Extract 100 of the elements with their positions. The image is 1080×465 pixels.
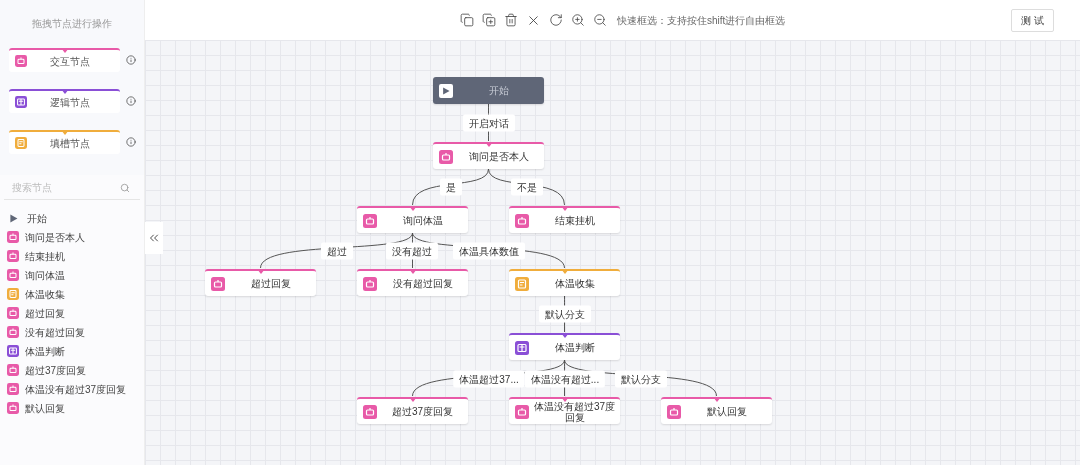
palette-node[interactable]: 逻辑节点 (9, 89, 120, 113)
play-icon (7, 212, 19, 224)
robot-icon (7, 307, 19, 319)
form-icon (7, 288, 19, 300)
zoom-in-icon[interactable] (571, 13, 585, 27)
flow-node[interactable]: 体温收集 (509, 269, 620, 296)
duplicate-icon[interactable] (482, 13, 496, 27)
edge-label: 没有超过 (386, 242, 438, 260)
form-icon (15, 137, 27, 149)
copy-icon[interactable] (460, 13, 474, 27)
notch-icon (60, 89, 69, 94)
node-list-item[interactable]: 询问体温 (7, 267, 144, 283)
palette-node[interactable]: 填槽节点 (9, 130, 120, 154)
split-icon (15, 96, 27, 108)
palette-label: 逻辑节点 (48, 95, 91, 110)
robot-icon (7, 326, 19, 338)
search-icon[interactable] (120, 183, 130, 193)
robot-icon (211, 276, 225, 291)
notch-icon (408, 269, 417, 274)
robot-icon (7, 250, 19, 262)
node-label: 默认回复 (705, 406, 748, 417)
split-icon (515, 340, 529, 355)
notch-icon (560, 397, 569, 402)
robot-icon (7, 231, 19, 243)
node-label: 超过回复 (249, 278, 292, 289)
robot-icon (363, 213, 377, 228)
flow-node[interactable]: 体温没有超过37度回复 (509, 397, 620, 424)
toolbar-hint: 快速框选：支持按住shift进行自由框选 (617, 13, 786, 28)
node-list-item[interactable]: 体温判断 (7, 343, 144, 359)
robot-icon (7, 402, 19, 414)
collapse-button[interactable] (145, 222, 163, 254)
flow-node[interactable]: 体温判断 (509, 333, 620, 360)
edge-label: 开启对话 (463, 114, 515, 132)
node-label: 结束挂机 (553, 215, 596, 226)
notch-icon (712, 397, 721, 402)
info-icon[interactable] (126, 55, 136, 65)
node-list-label: 没有超过回复 (25, 325, 85, 340)
node-label: 开始 (487, 85, 510, 96)
collapse-icon (147, 231, 161, 245)
flow-node[interactable]: 没有超过回复 (357, 269, 468, 296)
edge-label: 默认分支 (539, 305, 591, 323)
robot-icon (515, 213, 529, 228)
edge-label: 体温没有超过... (524, 370, 606, 388)
node-list-label: 超过37度回复 (25, 363, 87, 378)
info-icon[interactable] (126, 96, 136, 106)
node-list-item[interactable]: 询问是否本人 (7, 229, 144, 245)
flow-node[interactable]: 默认回复 (661, 397, 772, 424)
robot-icon (363, 276, 377, 291)
node-list-item[interactable]: 超过37度回复 (7, 362, 144, 378)
palette-label: 填槽节点 (48, 136, 91, 151)
node-list-item[interactable]: 结束挂机 (7, 248, 144, 264)
node-list-item[interactable]: 默认回复 (7, 400, 144, 416)
node-list-label: 询问体温 (25, 268, 65, 283)
flow-node[interactable]: 超过回复 (205, 269, 316, 296)
notch-icon (256, 269, 265, 274)
info-icon[interactable] (126, 137, 136, 147)
notch-icon (60, 130, 69, 135)
node-list-item[interactable]: 没有超过回复 (7, 324, 144, 340)
notch-icon (560, 333, 569, 338)
palette-node[interactable]: 交互节点 (9, 48, 120, 72)
node-list-item[interactable]: 体温收集 (7, 286, 144, 302)
split-icon (7, 345, 19, 357)
node-list-label: 默认回复 (25, 401, 65, 416)
edge-label: 体温具体数值 (453, 242, 525, 260)
node-label: 体温判断 (553, 342, 596, 353)
notch-icon (408, 397, 417, 402)
edge-label: 是 (440, 178, 462, 196)
test-button[interactable]: 测 试 (1011, 8, 1054, 32)
zoom-out-icon[interactable] (593, 13, 607, 27)
refresh-icon[interactable] (549, 13, 563, 27)
flow-node[interactable]: 询问是否本人 (433, 142, 544, 169)
notch-icon (560, 269, 569, 274)
node-list-label: 结束挂机 (25, 249, 65, 264)
node-label: 没有超过回复 (391, 278, 454, 289)
notch-icon (560, 206, 569, 211)
flow-node[interactable]: 结束挂机 (509, 206, 620, 233)
node-label: 询问体温 (401, 215, 444, 226)
start-node[interactable]: 开始 (433, 77, 544, 104)
node-list-label: 体温判断 (25, 344, 65, 359)
delete-icon[interactable] (504, 13, 518, 27)
notch-icon (484, 142, 493, 147)
node-label: 体温收集 (553, 278, 596, 289)
sidebar-title: 拖拽节点进行操作 (31, 17, 113, 31)
node-list-item[interactable]: 开始 (7, 210, 144, 226)
node-list-label: 超过回复 (25, 306, 65, 321)
robot-icon (439, 149, 453, 164)
flow-node[interactable]: 超过37度回复 (357, 397, 468, 424)
node-list-item[interactable]: 超过回复 (7, 305, 144, 321)
edge-label: 不是 (511, 178, 543, 196)
node-label: 询问是否本人 (467, 151, 530, 162)
flow-node[interactable]: 询问体温 (357, 206, 468, 233)
node-list-item[interactable]: 体温没有超过37度回复 (7, 381, 144, 397)
node-label: 体温没有超过37度回复 (532, 400, 617, 423)
node-list-label: 询问是否本人 (25, 230, 85, 245)
notch-icon (408, 206, 417, 211)
node-list-label: 开始 (27, 211, 47, 226)
node-label: 超过37度回复 (390, 406, 455, 417)
form-icon (515, 276, 529, 291)
edge-label: 默认分支 (615, 370, 667, 388)
robot-icon (515, 404, 529, 419)
